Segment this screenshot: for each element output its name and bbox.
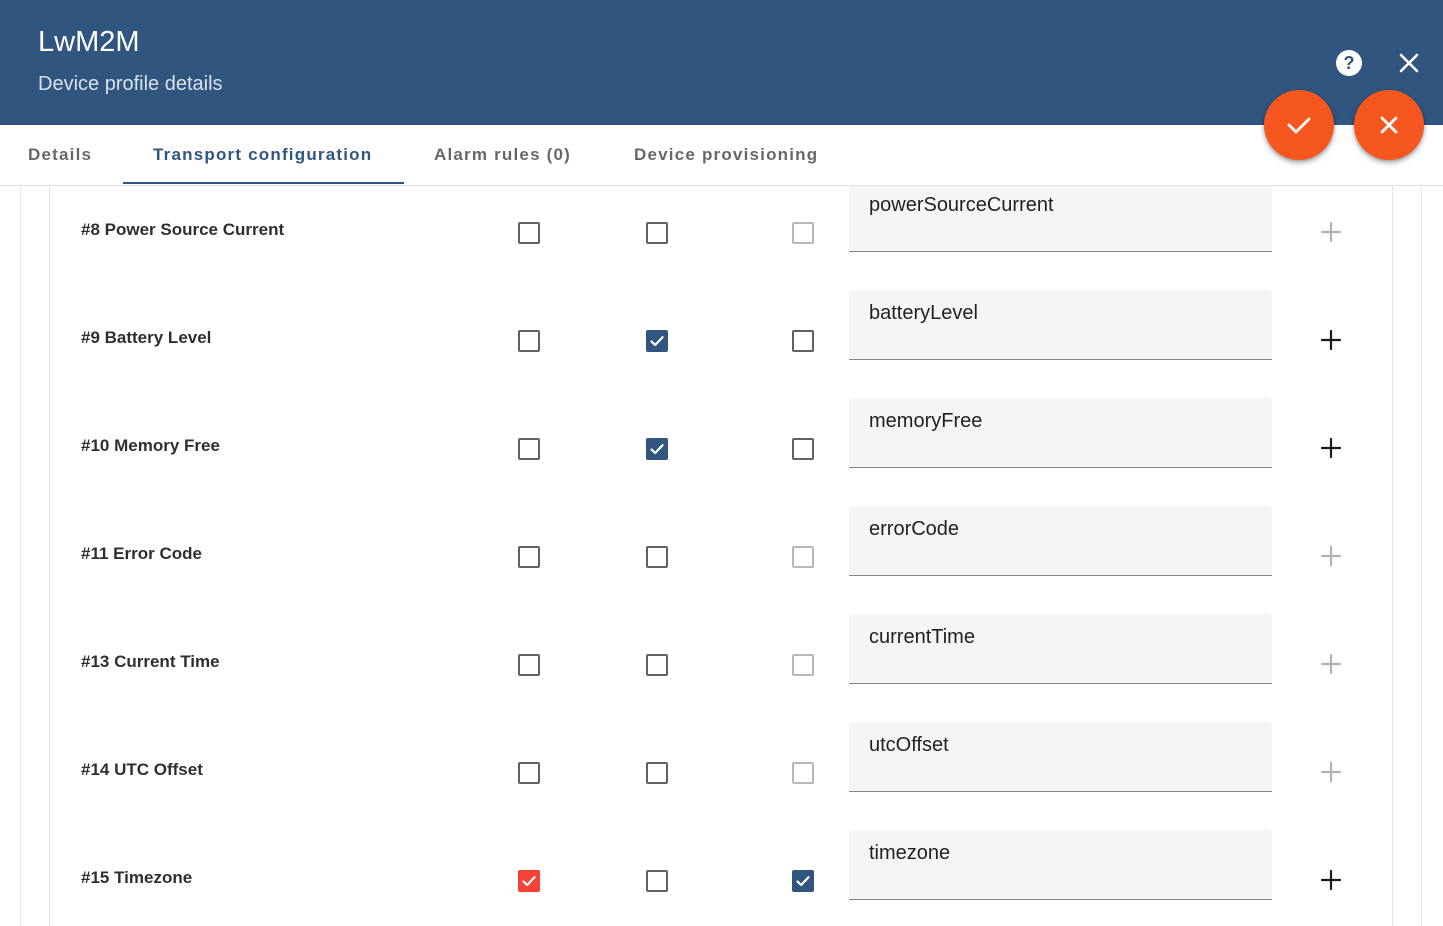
telemetry-checkbox[interactable]	[792, 870, 814, 892]
telemetry-checkbox	[792, 222, 814, 244]
key-name-input[interactable]: powerSourceCurrent	[849, 186, 1272, 252]
dialog-subtitle: Device profile details	[38, 73, 223, 95]
attribute-checkbox[interactable]	[646, 330, 668, 352]
add-attribute-icon[interactable]	[1319, 328, 1343, 352]
close-icon	[1380, 116, 1398, 134]
tab-device-provisioning[interactable]: Device provisioning	[634, 125, 818, 185]
resource-row: #15 Timezone timezone	[0, 830, 1443, 926]
attribute-checkbox[interactable]	[646, 654, 668, 676]
key-name-value: timezone	[869, 842, 951, 864]
add-attribute-icon[interactable]	[1319, 868, 1343, 892]
resource-label: #8 Power Source Current	[81, 220, 285, 239]
add-attribute-icon	[1319, 760, 1343, 784]
attribute-checkbox[interactable]	[646, 762, 668, 784]
resource-row: #10 Memory Free memoryFree	[0, 398, 1443, 520]
observe-checkbox[interactable]	[518, 546, 540, 568]
key-name-input[interactable]: utcOffset	[849, 722, 1272, 792]
svg-text:?: ?	[1344, 53, 1355, 73]
tab-details[interactable]: Details	[28, 125, 92, 185]
check-icon	[1287, 117, 1311, 134]
resource-label: #11 Error Code	[81, 544, 202, 563]
resource-row: #11 Error Code errorCode	[0, 506, 1443, 628]
cancel-button[interactable]	[1354, 90, 1424, 160]
telemetry-checkbox	[792, 546, 814, 568]
tab-bar: Details Transport configuration Alarm ru…	[0, 125, 1443, 186]
key-name-input[interactable]: currentTime	[849, 614, 1272, 684]
close-icon[interactable]	[1394, 48, 1424, 78]
telemetry-checkbox	[792, 762, 814, 784]
telemetry-checkbox[interactable]	[792, 438, 814, 460]
add-attribute-icon[interactable]	[1319, 436, 1343, 460]
resource-row: #9 Battery Level batteryLevel	[0, 290, 1443, 412]
attribute-checkbox[interactable]	[646, 870, 668, 892]
key-name-input[interactable]: timezone	[849, 830, 1272, 900]
key-name-value: memoryFree	[869, 410, 983, 432]
observe-checkbox[interactable]	[518, 222, 540, 244]
telemetry-checkbox[interactable]	[792, 330, 814, 352]
key-name-value: errorCode	[869, 518, 960, 540]
active-tab-indicator	[123, 182, 404, 184]
apply-button[interactable]	[1264, 90, 1334, 160]
resource-row: #8 Power Source Current powerSourceCurren…	[0, 186, 1443, 304]
key-name-input[interactable]: errorCode	[849, 506, 1272, 576]
dialog-header: LwM2M Device profile details ?	[0, 0, 1443, 125]
transport-configuration-panel[interactable]: #8 Power Source Current powerSourceCurren…	[0, 186, 1443, 926]
observe-checkbox[interactable]	[518, 654, 540, 676]
tab-alarm-rules[interactable]: Alarm rules (0)	[434, 125, 571, 185]
attribute-checkbox[interactable]	[646, 222, 668, 244]
observe-checkbox[interactable]	[518, 438, 540, 460]
add-attribute-icon	[1319, 544, 1343, 568]
key-name-value: currentTime	[869, 626, 975, 648]
resource-label: #15 Timezone	[81, 868, 193, 887]
key-name-value: batteryLevel	[869, 302, 978, 324]
attribute-checkbox[interactable]	[646, 546, 668, 568]
key-name-input[interactable]: batteryLevel	[849, 290, 1272, 360]
resource-label: #10 Memory Free	[81, 436, 220, 455]
help-icon[interactable]: ?	[1334, 48, 1364, 78]
attribute-checkbox[interactable]	[646, 438, 668, 460]
add-attribute-icon	[1319, 220, 1343, 244]
resource-label: #13 Current Time	[81, 652, 220, 671]
observe-checkbox[interactable]	[518, 330, 540, 352]
key-name-input[interactable]: memoryFree	[849, 398, 1272, 468]
telemetry-checkbox	[792, 654, 814, 676]
observe-checkbox[interactable]	[518, 762, 540, 784]
dialog-title: LwM2M	[38, 26, 140, 58]
observe-checkbox[interactable]	[518, 870, 540, 892]
tab-transport-configuration[interactable]: Transport configuration	[153, 125, 372, 185]
resource-label: #9 Battery Level	[81, 328, 212, 347]
add-attribute-icon	[1319, 652, 1343, 676]
key-name-value: utcOffset	[869, 734, 949, 756]
resource-row: #13 Current Time currentTime	[0, 614, 1443, 736]
key-name-value: powerSourceCurrent	[869, 194, 1054, 216]
resource-label: #14 UTC Offset	[81, 760, 203, 779]
resource-row: #14 UTC Offset utcOffset	[0, 722, 1443, 844]
